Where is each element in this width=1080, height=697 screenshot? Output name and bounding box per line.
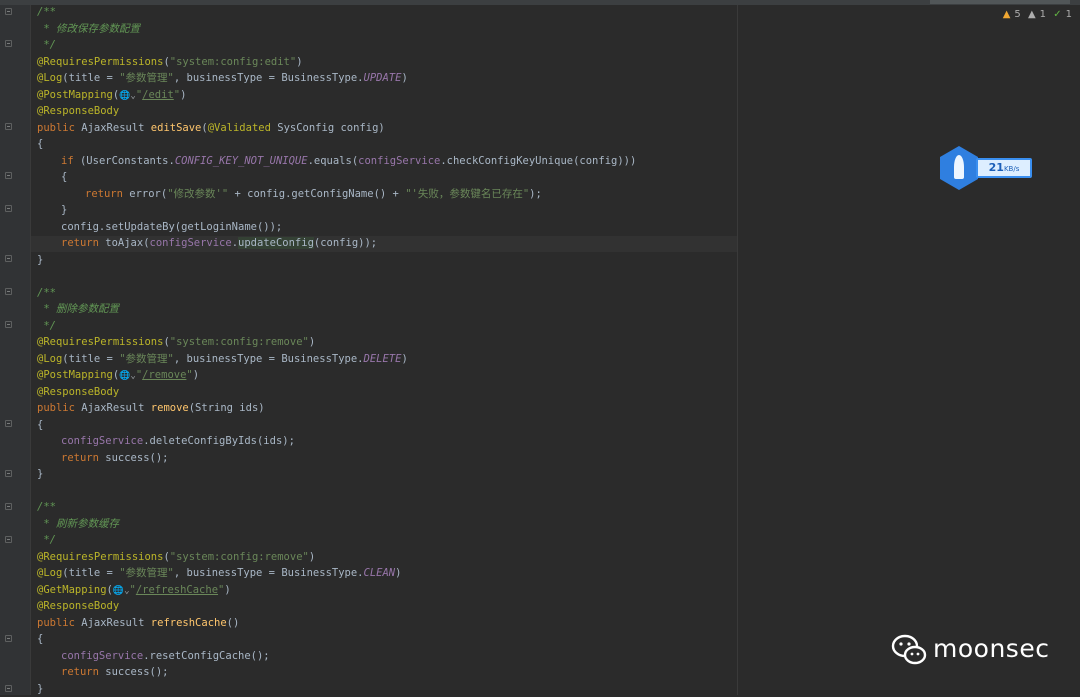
fold-icon[interactable] [5,685,12,692]
network-speed-readout: 21KB/s [976,158,1032,178]
code-line: return toAjax(configService.updateConfig… [37,235,636,252]
weak-warning-count: 1 [1040,9,1046,20]
fold-icon[interactable] [5,8,12,15]
network-speed-widget[interactable]: 21KB/s [940,146,1034,190]
checkmark-icon: ✓ [1053,9,1061,20]
gutter-divider [30,5,31,695]
doc-comment: * 删除参数配置 [37,301,636,318]
active-tab[interactable] [930,0,1070,4]
code-line: } [37,466,636,483]
code-line: { [37,417,636,434]
code-line: return error("修改参数'" + config.getConfigN… [37,186,636,203]
fold-icon[interactable] [5,40,12,47]
doc-comment: */ [37,318,636,335]
code-line: { [37,169,636,186]
code-line: configService.deleteConfigByIds(ids); [37,433,636,450]
code-line: } [37,202,636,219]
fold-icon[interactable] [5,536,12,543]
warning-icon: ▲ [1003,9,1011,20]
fold-icon[interactable] [5,123,12,130]
globe-icon: 🌐 [119,91,130,101]
globe-icon: 🌐 [119,371,130,381]
ok-count: 1 [1066,9,1072,20]
inspection-widget[interactable]: ▲5 ▲1 ✓1 [999,9,1072,20]
code-line: } [37,252,636,269]
code-line: @GetMapping(🌐⌄"/refreshCache") [37,582,636,599]
code-line: return success(); [37,664,636,681]
right-margin-guide [737,5,738,695]
fold-icon[interactable] [5,635,12,642]
speed-unit: KB/s [1004,165,1019,173]
doc-comment: /** [37,499,636,516]
mapping-path[interactable]: /remove [142,369,186,381]
warning-count: 5 [1014,9,1020,20]
code-line: @RequiresPermissions("system:config:remo… [37,334,636,351]
code-line: @Log(title = "参数管理", businessType = Busi… [37,351,636,368]
fold-icon[interactable] [5,321,12,328]
code-line: @RequiresPermissions("system:config:remo… [37,549,636,566]
fold-icon[interactable] [5,205,12,212]
code-line: @PostMapping(🌐⌄"/remove") [37,367,636,384]
code-line: @ResponseBody [37,103,636,120]
doc-comment: /** [37,4,636,21]
code-line: { [37,631,636,648]
line-gutter [0,5,30,695]
code-line: @Log(title = "参数管理", businessType = Busi… [37,565,636,582]
rocket-badge-icon [940,146,978,190]
code-line: @Log(title = "参数管理", businessType = Busi… [37,70,636,87]
fold-icon[interactable] [5,470,12,477]
code-line: if (UserConstants.CONFIG_KEY_NOT_UNIQUE.… [37,153,636,170]
doc-comment: /** [37,285,636,302]
code-editor[interactable]: /** * 修改保存参数配置 */ @RequiresPermissions("… [37,4,636,697]
fold-icon[interactable] [5,420,12,427]
code-line: @ResponseBody [37,384,636,401]
fold-icon[interactable] [5,288,12,295]
fold-icon[interactable] [5,255,12,262]
fold-icon[interactable] [5,503,12,510]
blank-line [37,268,636,285]
code-line: @PostMapping(🌐⌄"/edit") [37,87,636,104]
doc-comment: * 修改保存参数配置 [37,21,636,38]
speed-value: 21 [989,161,1004,174]
wechat-icon [891,632,927,668]
globe-icon: 🌐 [113,586,124,596]
doc-comment: * 刷新参数缓存 [37,516,636,533]
blank-line [37,483,636,500]
watermark-text: moonsec [933,634,1049,663]
weak-warning-icon: ▲ [1028,9,1036,20]
code-line: public AjaxResult refreshCache() [37,615,636,632]
mapping-path[interactable]: /refreshCache [136,584,218,596]
code-line: @ResponseBody [37,598,636,615]
fold-icon[interactable] [5,172,12,179]
code-line: { [37,136,636,153]
mapping-path[interactable]: /edit [142,89,174,101]
code-line: config.setUpdateBy(getLoginName()); [37,219,636,236]
code-line: public AjaxResult editSave(@Validated Sy… [37,120,636,137]
code-line: @RequiresPermissions("system:config:edit… [37,54,636,71]
rocket-icon [954,155,964,179]
doc-comment: */ [37,37,636,54]
code-line: return success(); [37,450,636,467]
code-line: public AjaxResult remove(String ids) [37,400,636,417]
code-line: configService.resetConfigCache(); [37,648,636,665]
doc-comment: */ [37,532,636,549]
